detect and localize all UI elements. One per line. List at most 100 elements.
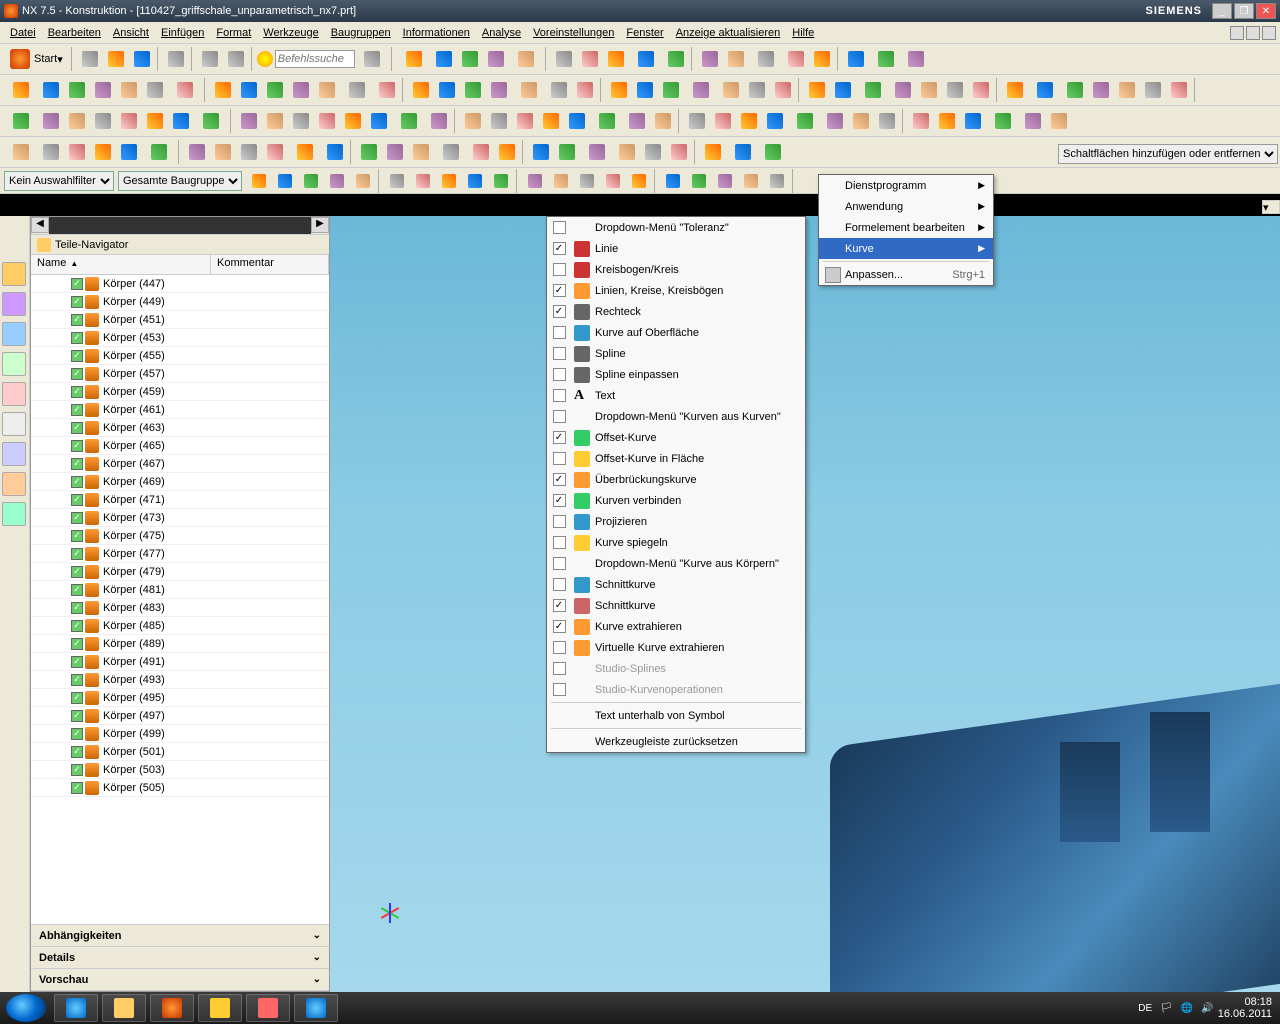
toolbar-button[interactable] [552,47,576,71]
toolbar-button[interactable] [771,78,795,102]
submenu-item[interactable]: ✓Überbrückungskurve [547,469,805,490]
toolbar-button[interactable] [987,109,1019,133]
mdi-minimize-button[interactable] [1230,26,1244,40]
menu-item[interactable]: Kurve▶ [819,238,993,259]
toolbar-button[interactable] [289,78,313,102]
toolbar-button[interactable] [513,109,537,133]
navigator-body-row[interactable]: ✓Körper (497) [31,707,329,725]
toolbar-button[interactable] [810,47,834,71]
task-outlook[interactable] [198,994,242,1022]
selection-filter-select[interactable]: Kein Auswahlfilter [4,171,114,191]
toolbar-button[interactable] [409,78,433,102]
open-button[interactable] [104,47,128,71]
toolbar-button[interactable] [323,140,347,164]
visibility-checkbox[interactable]: ✓ [71,746,83,758]
toolbar-button[interactable] [961,109,985,133]
navigator-body-row[interactable]: ✓Körper (501) [31,743,329,761]
visibility-checkbox[interactable]: ✓ [71,296,83,308]
sidetab-navigator[interactable] [2,262,26,286]
toolbar-button[interactable] [573,78,597,102]
add-remove-select[interactable]: Schaltflächen hinzufügen oder entfernen [1058,144,1278,164]
toolbar-button[interactable] [5,78,37,102]
submenu-item[interactable]: Projizieren [547,511,805,532]
section-preview[interactable]: Vorschau⌄ [31,969,329,991]
save-button[interactable] [130,47,154,71]
toolbar-button[interactable] [409,140,433,164]
toolbar-button[interactable] [263,140,287,164]
visibility-checkbox[interactable]: ✓ [71,530,83,542]
menu-analyse[interactable]: Analyse [476,25,527,41]
navigator-body-row[interactable]: ✓Körper (467) [31,455,329,473]
toolbar-button[interactable] [909,109,933,133]
assembly-scope-select[interactable]: Gesamte Baugruppe [118,171,242,191]
toolbar-button[interactable] [398,47,430,71]
sidetab-reuse[interactable] [2,352,26,376]
toolbar-button[interactable] [630,47,662,71]
navigator-body-row[interactable]: ✓Körper (505) [31,779,329,797]
navigator-body-row[interactable]: ✓Körper (451) [31,311,329,329]
visibility-checkbox[interactable]: ✓ [71,314,83,326]
submenu-item[interactable]: Schnittkurve [547,574,805,595]
toolbar-button[interactable] [393,109,425,133]
visibility-checkbox[interactable]: ✓ [71,656,83,668]
submenu-item[interactable]: Kurve auf Oberfläche [547,322,805,343]
toolbar-button[interactable] [143,140,175,164]
submenu-item[interactable]: Kreisbogen/Kreis [547,259,805,280]
toolbar-button[interactable] [784,47,808,71]
maximize-button[interactable]: ❐ [1234,3,1254,19]
navigator-body-row[interactable]: ✓Körper (469) [31,473,329,491]
toolbar-button[interactable] [701,140,725,164]
toolbar-button[interactable] [513,78,545,102]
mdi-restore-button[interactable] [1246,26,1260,40]
tab-scroll-right[interactable]: ▶ [311,217,329,233]
submenu-item[interactable]: Spline [547,343,805,364]
toolbar-button[interactable] [1167,78,1191,102]
submenu-item[interactable]: ✓Rechteck [547,301,805,322]
toolbar-overflow[interactable]: ▾ [1262,200,1280,214]
toolbar-button[interactable] [117,109,141,133]
visibility-checkbox[interactable]: ✓ [71,692,83,704]
toolbar-button[interactable] [1115,78,1139,102]
toolbar-button[interactable] [667,140,691,164]
toolbar-button[interactable] [185,140,209,164]
visibility-checkbox[interactable]: ✓ [71,494,83,506]
tray-clock[interactable]: 08:18 16.06.2011 [1218,996,1272,1020]
toolbar-button[interactable] [5,140,37,164]
filter-button[interactable] [273,169,297,193]
toggle-checkbox[interactable] [553,452,566,465]
toggle-checkbox[interactable] [553,578,566,591]
navigator-body-row[interactable]: ✓Körper (479) [31,563,329,581]
toolbar-button[interactable] [39,140,63,164]
new-button[interactable] [78,47,102,71]
toolbar-button[interactable] [237,109,261,133]
visibility-checkbox[interactable]: ✓ [71,710,83,722]
toggle-checkbox[interactable] [553,221,566,234]
toolbar-button[interactable] [745,78,769,102]
toolbar-button[interactable] [711,109,735,133]
sidetab-assembly[interactable] [2,292,26,316]
toolbar-button[interactable] [633,78,657,102]
toolbar-button[interactable] [91,109,115,133]
toolbar-button[interactable] [659,78,683,102]
sidetab-process[interactable] [2,472,26,496]
menu-werkzeuge[interactable]: Werkzeuge [257,25,324,41]
navigator-body-row[interactable]: ✓Körper (471) [31,491,329,509]
toolbar-button[interactable] [211,78,235,102]
toggle-checkbox[interactable]: ✓ [553,284,566,297]
view-triad[interactable] [370,892,410,932]
visibility-checkbox[interactable]: ✓ [71,584,83,596]
toolbar-button[interactable] [484,47,508,71]
menu-anzeige-aktualisieren[interactable]: Anzeige aktualisieren [670,25,787,41]
toolbar-button[interactable] [5,109,37,133]
toolbar-button[interactable] [432,47,456,71]
toolbar-button[interactable] [727,140,759,164]
toggle-checkbox[interactable] [553,683,566,696]
search-options[interactable] [356,47,388,71]
toolbar-button[interactable] [263,78,287,102]
toggle-checkbox[interactable] [553,515,566,528]
toolbar-button[interactable] [39,78,63,102]
section-dependencies[interactable]: Abhängigkeiten⌄ [31,925,329,947]
menu-item[interactable]: Dienstprogramm▶ [819,175,993,196]
toolbar-button[interactable] [315,109,339,133]
redo-button[interactable] [224,47,248,71]
